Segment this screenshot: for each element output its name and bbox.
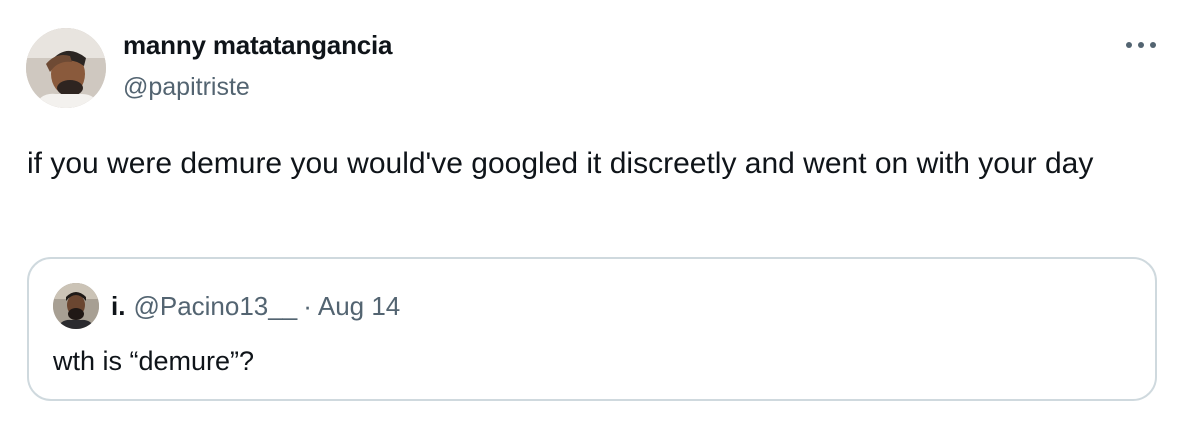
tweet-text: if you were demure you would've googled … — [27, 147, 1094, 180]
more-horizontal-icon — [1126, 42, 1156, 48]
quote-header: i. @Pacino13__ · Aug 14 — [111, 289, 400, 323]
author-avatar-photo — [26, 28, 106, 108]
quote-date[interactable]: Aug 14 — [318, 291, 400, 321]
quote-author-name[interactable]: i. — [111, 291, 125, 321]
quote-author-avatar-photo — [53, 283, 99, 329]
author-handle[interactable]: @papitriste — [123, 73, 250, 102]
tweet: manny matatangancia @papitriste if you w… — [0, 0, 1194, 428]
more-options-button[interactable] — [1118, 30, 1164, 60]
author-name[interactable]: manny matatangancia — [123, 30, 392, 61]
quoted-tweet-card[interactable]: i. @Pacino13__ · Aug 14 wth is “demure”? — [27, 257, 1157, 401]
author-avatar[interactable] — [26, 28, 106, 108]
quote-author-avatar[interactable] — [53, 283, 99, 329]
quote-author-handle[interactable]: @Pacino13__ — [133, 291, 297, 321]
quote-text: wth is “demure”? — [53, 346, 255, 376]
quote-separator: · — [303, 291, 312, 321]
